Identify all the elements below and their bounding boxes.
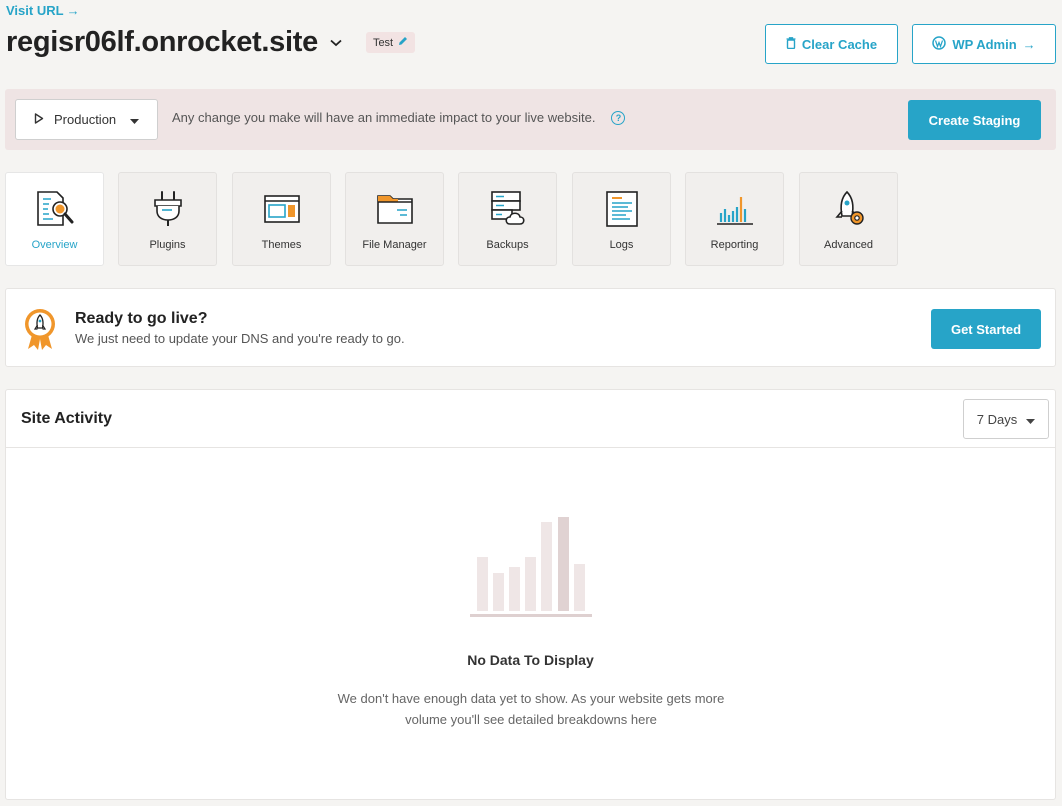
- empty-state-title: No Data To Display: [467, 652, 594, 668]
- trash-icon: [786, 36, 796, 52]
- backup-icon: [488, 189, 528, 229]
- tab-advanced-label: Advanced: [824, 239, 873, 251]
- get-started-button[interactable]: Get Started: [931, 309, 1041, 349]
- tab-overview[interactable]: Overview: [5, 172, 104, 266]
- go-live-card: Ready to go live? We just need to update…: [5, 288, 1056, 367]
- themes-icon: [262, 189, 302, 229]
- environment-badge[interactable]: Test: [365, 32, 416, 53]
- environment-warning: Any change you make will have an immedia…: [172, 110, 626, 125]
- site-activity-card: Site Activity 7 Days No Data To Display …: [5, 389, 1056, 800]
- empty-chart-icon: [468, 512, 594, 620]
- empty-state-line-1: We don't have enough data yet to show. A…: [337, 691, 725, 706]
- chevron-down-icon[interactable]: [328, 35, 344, 51]
- wp-admin-button[interactable]: WP Admin →: [912, 24, 1056, 64]
- go-live-title: Ready to go live?: [75, 310, 208, 327]
- clear-cache-button[interactable]: Clear Cache: [765, 24, 898, 64]
- caret-down-icon: [1026, 412, 1036, 427]
- arrow-right-icon: →: [1022, 36, 1036, 52]
- wordpress-icon: [932, 35, 947, 53]
- range-select-value: 7 Days: [976, 411, 1018, 427]
- site-title-row: regisr06lf.onrocket.site Test: [6, 26, 416, 59]
- overview-icon: [35, 189, 75, 229]
- create-staging-button[interactable]: Create Staging: [908, 100, 1041, 140]
- pencil-icon: [398, 36, 408, 49]
- environment-select[interactable]: Production: [15, 99, 158, 140]
- visit-url-link[interactable]: Visit URL →: [6, 3, 80, 18]
- tab-reporting[interactable]: Reporting: [685, 172, 784, 266]
- wp-admin-label: WP Admin: [952, 36, 1017, 52]
- tab-themes[interactable]: Themes: [232, 172, 331, 266]
- reporting-icon: [715, 189, 755, 229]
- empty-state-description: We don't have enough data yet to show. A…: [306, 688, 756, 730]
- environment-select-value: Production: [54, 112, 117, 127]
- site-activity-title: Site Activity: [21, 410, 112, 427]
- site-title: regisr06lf.onrocket.site: [6, 26, 318, 58]
- caret-down-icon: [130, 112, 140, 127]
- visit-url-label: Visit URL: [6, 3, 64, 18]
- folder-icon: [375, 189, 415, 229]
- arrow-right-icon: →: [66, 3, 80, 18]
- tab-plugins[interactable]: Plugins: [118, 172, 217, 266]
- tab-backups-label: Backups: [486, 239, 529, 251]
- tab-advanced[interactable]: Advanced: [799, 172, 898, 266]
- tab-file-manager-label: File Manager: [362, 239, 427, 251]
- environment-warning-text: Any change you make will have an immedia…: [172, 110, 596, 125]
- tab-backups[interactable]: Backups: [458, 172, 557, 266]
- tab-themes-label: Themes: [261, 239, 302, 251]
- plugin-icon: [148, 189, 188, 229]
- site-activity-header: Site Activity 7 Days: [6, 390, 1055, 448]
- go-live-subtitle: We just need to update your DNS and you'…: [75, 331, 405, 346]
- tab-plugins-label: Plugins: [149, 239, 186, 251]
- tab-overview-label: Overview: [31, 239, 78, 251]
- rocket-badge-icon: [22, 307, 58, 351]
- environment-badge-label: Test: [372, 36, 394, 49]
- help-icon[interactable]: ?: [611, 110, 626, 125]
- tab-file-manager[interactable]: File Manager: [345, 172, 444, 266]
- range-select[interactable]: 7 Days: [963, 399, 1049, 439]
- tab-reporting-label: Reporting: [710, 239, 759, 251]
- environment-bar: Production Any change you make will have…: [5, 89, 1056, 150]
- play-icon: [34, 112, 44, 127]
- clear-cache-label: Clear Cache: [801, 36, 878, 52]
- advanced-icon: [829, 189, 869, 229]
- empty-state-line-2: volume you'll see detailed breakdowns he…: [405, 712, 657, 727]
- tab-logs-label: Logs: [609, 239, 634, 251]
- logs-icon: [602, 189, 642, 229]
- tab-logs[interactable]: Logs: [572, 172, 671, 266]
